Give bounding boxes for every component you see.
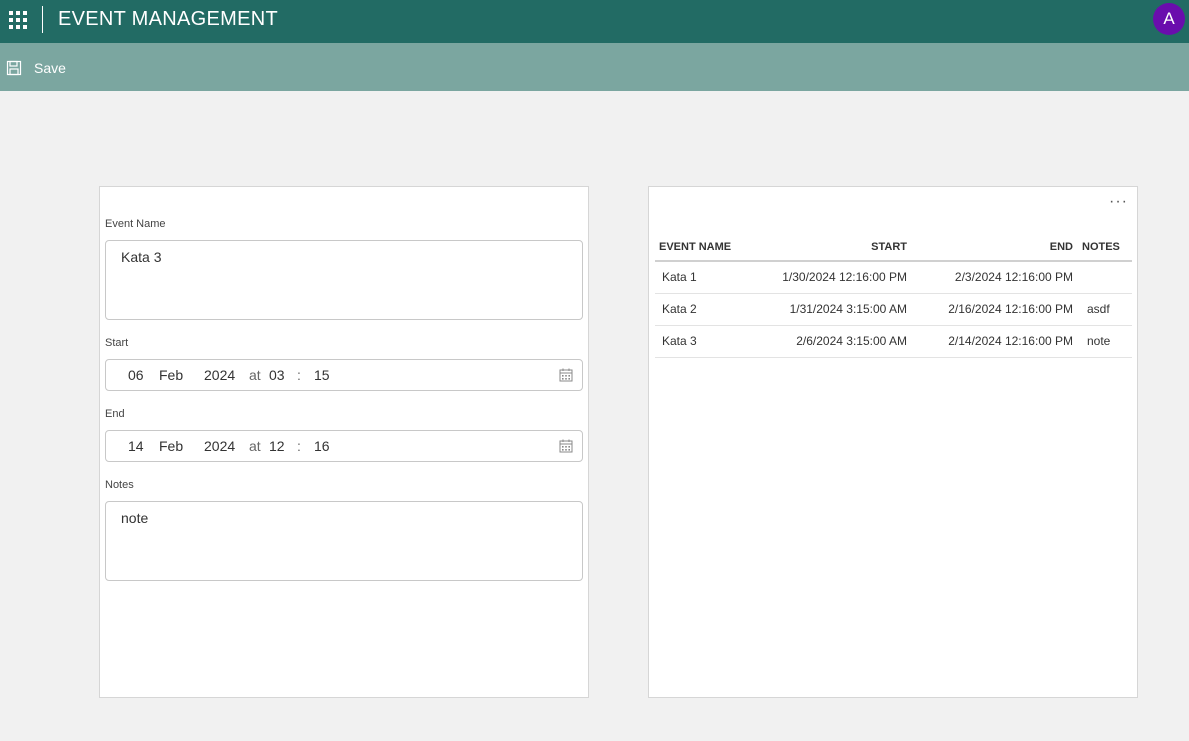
event-name-field[interactable]: Kata 3 <box>105 240 583 320</box>
notes-label: Notes <box>105 479 134 491</box>
end-time-separator: : <box>297 438 301 454</box>
table-row[interactable]: Kata 3 2/6/2024 3:15:00 AM 2/14/2024 12:… <box>655 325 1132 358</box>
command-bar: Save <box>0 43 1189 91</box>
end-at-label: at <box>249 438 261 454</box>
column-header-notes[interactable]: NOTES <box>1077 233 1132 262</box>
cell-event-name: Kata 1 <box>655 261 765 294</box>
start-datetime-picker[interactable]: 06 Feb 2024 at 03 : 15 <box>105 359 583 391</box>
app-title: EVENT MANAGEMENT <box>58 8 279 30</box>
cell-notes: note <box>1077 325 1132 358</box>
start-at-label: at <box>249 367 261 383</box>
end-year[interactable]: 2024 <box>204 438 235 454</box>
calendar-icon[interactable] <box>559 439 573 453</box>
end-datetime-picker[interactable]: 14 Feb 2024 at 12 : 16 <box>105 430 583 462</box>
start-time-separator: : <box>297 367 301 383</box>
save-label: Save <box>34 60 66 76</box>
event-form: Event Name Kata 3 Start 06 Feb 2024 at 0… <box>99 186 589 698</box>
start-month[interactable]: Feb <box>159 367 183 383</box>
end-month[interactable]: Feb <box>159 438 183 454</box>
column-header-event-name[interactable]: EVENT NAME <box>655 233 765 262</box>
column-header-end[interactable]: END <box>911 233 1077 262</box>
event-name-label: Event Name <box>105 218 166 230</box>
end-day[interactable]: 14 <box>128 438 144 454</box>
start-minute[interactable]: 15 <box>314 367 330 383</box>
app-launcher-icon[interactable] <box>9 11 27 29</box>
notes-field[interactable]: note <box>105 501 583 581</box>
cell-end: 2/3/2024 12:16:00 PM <box>911 261 1077 294</box>
start-year[interactable]: 2024 <box>204 367 235 383</box>
event-name-value: Kata 3 <box>121 249 162 265</box>
start-hour[interactable]: 03 <box>269 367 285 383</box>
table-header-row: EVENT NAME START END NOTES <box>655 233 1132 262</box>
avatar[interactable]: A <box>1153 3 1185 35</box>
end-label: End <box>105 408 125 420</box>
more-options-icon[interactable]: ··· <box>1109 193 1128 211</box>
cell-event-name: Kata 2 <box>655 293 765 326</box>
save-button[interactable]: Save <box>6 58 66 78</box>
table-row[interactable]: Kata 2 1/31/2024 3:15:00 AM 2/16/2024 12… <box>655 293 1132 326</box>
floppy-disk-icon <box>6 60 22 76</box>
cell-start: 1/30/2024 12:16:00 PM <box>765 261 911 294</box>
end-hour[interactable]: 12 <box>269 438 285 454</box>
table-row[interactable]: Kata 1 1/30/2024 12:16:00 PM 2/3/2024 12… <box>655 261 1132 294</box>
cell-end: 2/14/2024 12:16:00 PM <box>911 325 1077 358</box>
header-divider <box>42 6 43 33</box>
app-header: EVENT MANAGEMENT A <box>0 0 1189 43</box>
calendar-icon[interactable] <box>559 368 573 382</box>
cell-notes <box>1077 261 1132 294</box>
cell-event-name: Kata 3 <box>655 325 765 358</box>
events-table: EVENT NAME START END NOTES Kata 1 1/30/2… <box>655 233 1132 358</box>
cell-start: 2/6/2024 3:15:00 AM <box>765 325 911 358</box>
end-minute[interactable]: 16 <box>314 438 330 454</box>
events-grid: ··· EVENT NAME START END NOTES Kata 1 1/… <box>648 186 1138 698</box>
cell-start: 1/31/2024 3:15:00 AM <box>765 293 911 326</box>
notes-value: note <box>121 510 149 526</box>
start-day[interactable]: 06 <box>128 367 144 383</box>
cell-notes: asdf <box>1077 293 1132 326</box>
cell-end: 2/16/2024 12:16:00 PM <box>911 293 1077 326</box>
column-header-start[interactable]: START <box>765 233 911 262</box>
start-label: Start <box>105 337 129 349</box>
